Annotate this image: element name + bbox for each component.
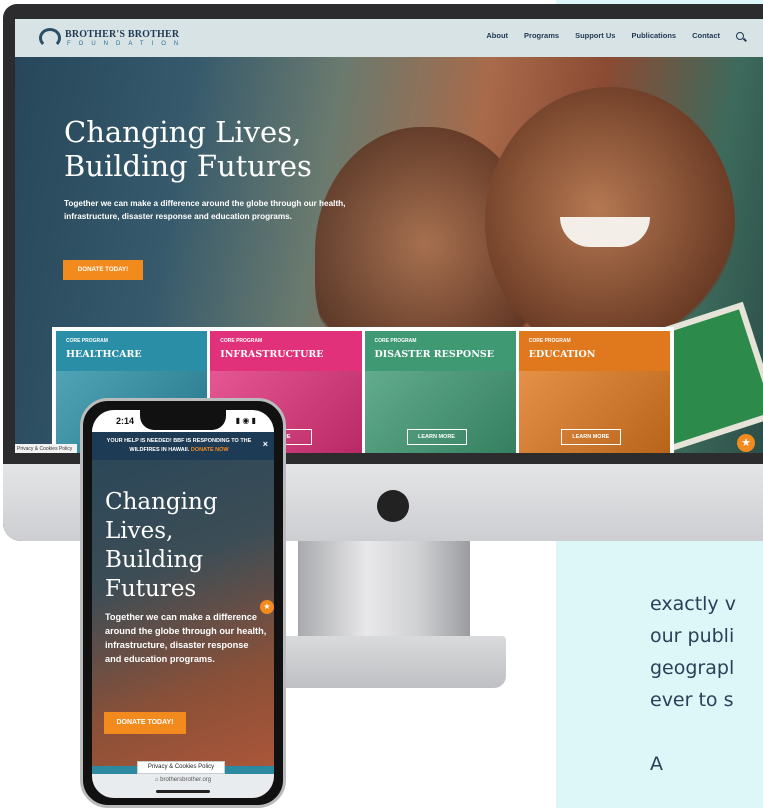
phone-privacy-tab[interactable]: Privacy & Cookies Policy	[137, 761, 225, 774]
card-title: EDUCATION	[528, 349, 596, 360]
alert-banner: YOUR HELP IS NEEDED! BBF IS RESPONDING T…	[92, 432, 274, 460]
card-disaster-response[interactable]: CORE PROGRAM DISASTER RESPONSE LEARN MOR…	[364, 331, 516, 453]
card-education[interactable]: CORE PROGRAM EDUCATION LEARN MORE	[518, 331, 670, 453]
mobile-phone: 2:14 ▮ ◉ ▮ YOUR HELP IS NEEDED! BBF IS R…	[80, 398, 286, 808]
phone-screen: 2:14 ▮ ◉ ▮ YOUR HELP IS NEEDED! BBF IS R…	[92, 410, 274, 798]
close-icon[interactable]: ×	[263, 440, 268, 449]
phone-hero-subtitle: Together we can make a difference around…	[105, 612, 267, 664]
learn-more-button[interactable]: LEARN MORE	[560, 429, 621, 445]
logo-subtitle: FOUNDATION	[67, 41, 187, 47]
hero-subtitle: Together we can make a difference around…	[64, 199, 346, 221]
nav-links: About Programs Support Us Publications C…	[486, 31, 744, 40]
logo-icon[interactable]	[39, 28, 61, 48]
side-text-line: A	[650, 753, 663, 775]
nav-about[interactable]: About	[486, 31, 508, 40]
status-time: 2:14	[116, 416, 135, 426]
side-text-line: ever to s	[650, 689, 734, 711]
donate-button[interactable]: DONATE TODAY!	[63, 260, 143, 280]
accessibility-icon[interactable]: ★	[737, 434, 755, 452]
card-kicker: CORE PROGRAM	[66, 338, 108, 344]
monitor-stand-base	[248, 636, 506, 688]
card-title: HEALTHCARE	[66, 349, 142, 360]
phone-hero-title: Changing Lives, Building Futures	[105, 489, 218, 602]
search-icon[interactable]	[736, 31, 744, 40]
monitor-logo-dot	[377, 490, 409, 522]
home-indicator	[156, 790, 210, 793]
nav-support-us[interactable]: Support Us	[575, 31, 615, 40]
phone-notch	[140, 410, 226, 430]
status-icons: ▮ ◉ ▮	[235, 416, 256, 425]
hero-title: Changing Lives, Building Futures	[64, 115, 312, 183]
phone-donate-button[interactable]: DONATE TODAY!	[104, 712, 186, 734]
nav-programs[interactable]: Programs	[524, 31, 559, 40]
site-navbar: BROTHER'S BROTHER FOUNDATION About Progr…	[15, 19, 763, 57]
logo-name[interactable]: BROTHER'S BROTHER	[65, 29, 179, 40]
alert-text: YOUR HELP IS NEEDED! BBF IS RESPONDING T…	[106, 438, 252, 453]
nav-publications[interactable]: Publications	[631, 31, 676, 40]
side-text-line: exactly v	[650, 593, 736, 615]
nav-contact[interactable]: Contact	[692, 31, 720, 40]
privacy-tab[interactable]: Privacy & Cookies Policy	[15, 444, 77, 453]
card-title: DISASTER RESPONSE	[374, 349, 495, 360]
card-title: INFRASTRUCTURE	[220, 349, 324, 360]
card-kicker: CORE PROGRAM	[220, 338, 263, 344]
monitor-stand	[298, 541, 470, 641]
side-text-line: geograpl	[650, 657, 735, 679]
monitor-screen: BROTHER'S BROTHER FOUNDATION About Progr…	[15, 19, 763, 453]
card-kicker: CORE PROGRAM	[528, 338, 571, 344]
learn-more-button[interactable]: LEARN MORE	[406, 429, 467, 445]
phone-url[interactable]: ⌂ brothersbrother.org	[92, 777, 274, 783]
side-text: exactly v our publi geograpl ever to s A	[650, 588, 763, 780]
card-kicker: CORE PROGRAM	[374, 338, 417, 344]
alert-donate-link[interactable]: DONATE NOW	[191, 447, 229, 453]
side-text-line: our publi	[650, 625, 735, 647]
